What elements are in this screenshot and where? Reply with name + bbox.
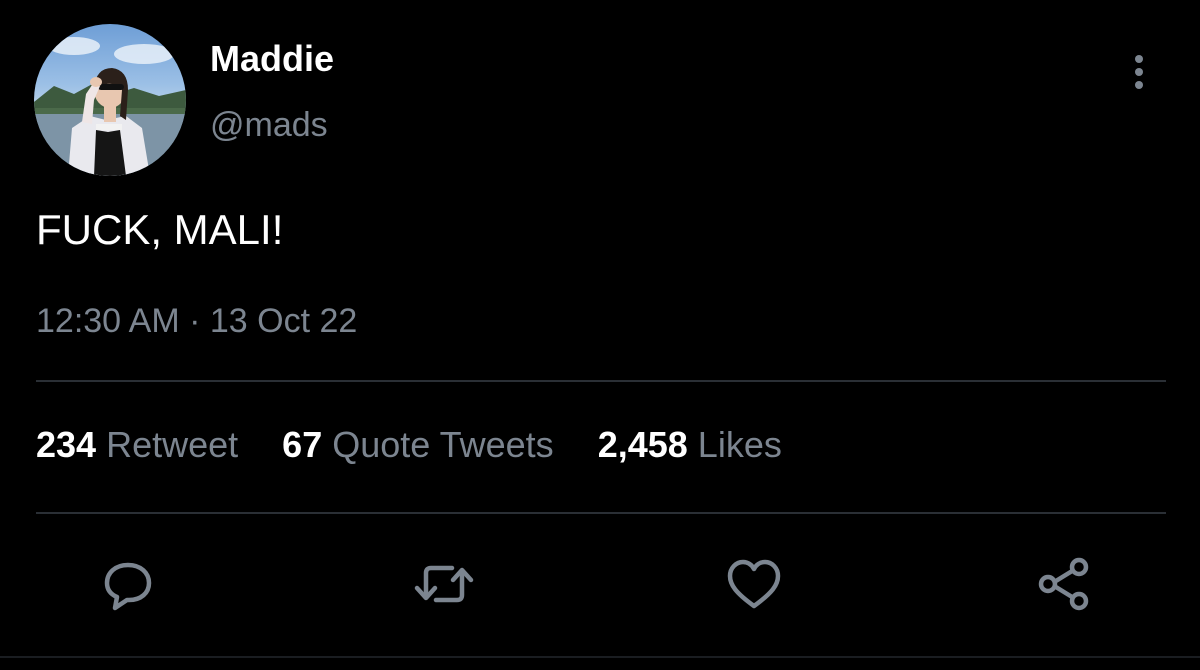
vertical-ellipsis-icon <box>1135 55 1143 89</box>
avatar[interactable] <box>34 24 186 176</box>
bottom-divider <box>0 656 1200 658</box>
divider <box>36 380 1166 382</box>
divider <box>36 512 1166 514</box>
heart-icon <box>727 559 781 609</box>
profile-photo <box>34 37 186 176</box>
reply-button[interactable] <box>96 552 160 616</box>
quote-label: Quote Tweets <box>332 424 554 465</box>
speech-bubble-icon <box>104 562 152 611</box>
quote-count: 67 <box>282 424 323 465</box>
tweet-time: 12:30 AM <box>36 302 180 340</box>
tweet-timestamp[interactable]: 12:30 AM · 13 Oct 22 <box>36 302 357 341</box>
timestamp-separator: · <box>189 302 201 340</box>
retweet-count-link[interactable]: 234 Retweet <box>36 424 238 466</box>
share-nodes-icon <box>1038 557 1089 611</box>
like-count-link[interactable]: 2,458 Likes <box>598 424 782 466</box>
like-button[interactable] <box>722 552 786 616</box>
more-options-button[interactable] <box>1124 52 1154 92</box>
like-label: Likes <box>697 424 782 465</box>
retweet-arrows-icon <box>414 565 474 603</box>
author-handle[interactable]: @mads <box>210 106 328 145</box>
tweet-text: FUCK, MALI! <box>36 206 284 253</box>
author-display-name[interactable]: Maddie <box>210 38 334 80</box>
engagement-stats: 234 Retweet 67 Quote Tweets 2,458 Likes <box>36 424 816 466</box>
retweet-label: Retweet <box>106 424 239 465</box>
retweet-button[interactable] <box>412 552 476 616</box>
like-count: 2,458 <box>597 424 688 465</box>
quote-count-link[interactable]: 67 Quote Tweets <box>282 424 554 466</box>
share-button[interactable] <box>1032 552 1096 616</box>
tweet-date: 13 Oct 22 <box>209 302 358 340</box>
retweet-count: 234 <box>36 424 97 465</box>
